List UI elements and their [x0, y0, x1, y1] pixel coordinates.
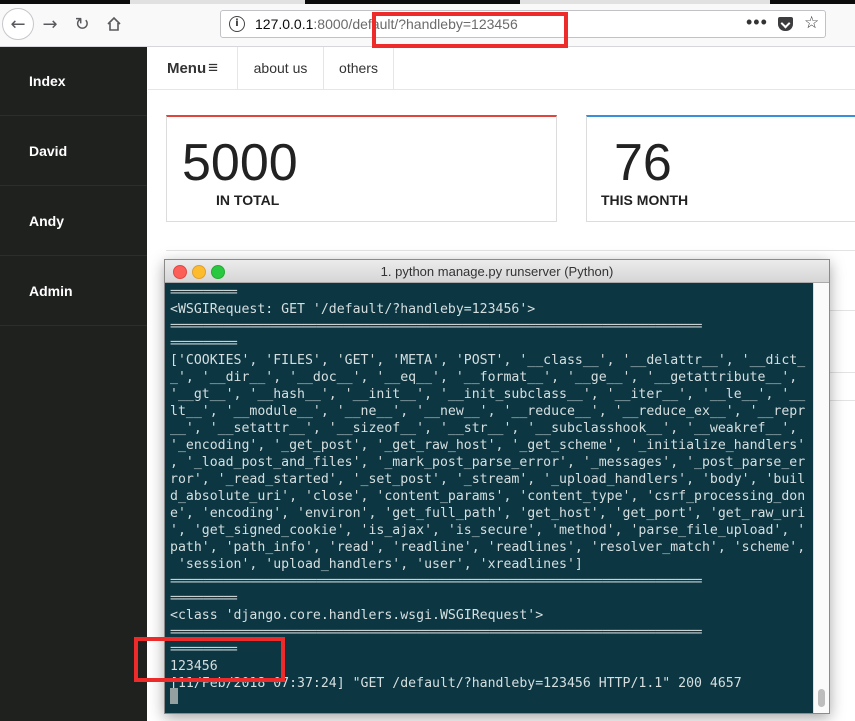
home-button[interactable]: [100, 10, 128, 38]
scrollbar-thumb[interactable]: [818, 689, 825, 707]
terminal-line: '__gt__', '__hash__', '__init__', '__ini…: [170, 387, 806, 402]
terminal-title: 1. python manage.py runserver (Python): [380, 264, 614, 279]
terminal-line: ['COOKIES', 'FILES', 'GET', 'META', 'POS…: [170, 353, 806, 368]
terminal-line: lt__', '__module__', '__ne__', '__new__'…: [170, 404, 806, 419]
menu-button[interactable]: Menu ≡: [148, 47, 238, 89]
home-icon: [107, 16, 121, 31]
top-nav: Menu ≡ about us others: [148, 47, 855, 90]
tab-strip: [0, 0, 855, 4]
reload-icon: ↻: [74, 13, 90, 35]
stat-card-total: 5000 IN TOTAL: [166, 115, 557, 222]
menu-label: Menu: [166, 59, 207, 77]
url-host: 127.0.0.1: [255, 16, 314, 32]
highlight-box-output-value: [134, 637, 285, 682]
arrow-right-icon: →: [42, 13, 58, 35]
terminal-line: , '_load_post_and_files', '_mark_post_pa…: [170, 455, 806, 470]
terminal-line: ', 'get_signed_cookie', 'is_ajax', 'is_s…: [170, 523, 806, 538]
nav-about-us[interactable]: about us: [238, 47, 324, 89]
terminal-title-bar[interactable]: 1. python manage.py runserver (Python): [165, 260, 829, 283]
terminal-line: <class 'django.core.handlers.wsgi.WSGIRe…: [170, 608, 544, 623]
sidebar-item-label: Index: [29, 73, 66, 89]
sidebar: Index David Andy Admin: [0, 47, 147, 721]
stat-value: 5000: [182, 134, 298, 192]
sidebar-item-label: David: [29, 143, 68, 159]
sidebar-item-admin[interactable]: Admin: [0, 257, 147, 326]
info-icon[interactable]: i: [229, 16, 245, 32]
highlight-box-url-param: [372, 12, 568, 48]
terminal-line: 'session', 'upload_handlers', 'user', 'x…: [170, 557, 583, 572]
stat-label: IN TOTAL: [216, 192, 280, 208]
divider: [830, 310, 855, 311]
terminal-output[interactable]: ========== <WSGIRequest: GET '/default/?h…: [170, 284, 810, 692]
back-button[interactable]: ←: [2, 8, 34, 40]
sidebar-item-andy[interactable]: Andy: [0, 187, 147, 256]
terminal-line: d_absolute_uri', 'close', 'content_param…: [170, 489, 806, 504]
terminal-line: <WSGIRequest: GET '/default/?handleby=12…: [170, 302, 536, 317]
divider: [830, 372, 855, 373]
sidebar-item-index[interactable]: Index: [0, 47, 147, 116]
nav-others[interactable]: others: [324, 47, 394, 89]
terminal-line: e', 'encoding', 'environ', 'get_full_pat…: [170, 506, 806, 521]
terminal-line: ==========: [170, 591, 238, 606]
arrow-left-icon: ←: [10, 13, 26, 35]
terminal-line: ========================================…: [170, 319, 702, 334]
tab[interactable]: [130, 0, 305, 4]
terminal-line: '_encoding', '_get_post', '_get_raw_host…: [170, 438, 806, 453]
divider: [830, 400, 855, 401]
tab[interactable]: [520, 0, 770, 4]
forward-button[interactable]: →: [36, 10, 64, 38]
stat-label: THIS MONTH: [601, 192, 689, 208]
terminal-cursor: [170, 688, 178, 704]
terminal-line: ==========: [170, 336, 238, 351]
page-actions-button[interactable]: •••: [746, 12, 768, 33]
sidebar-item-label: Andy: [29, 213, 64, 229]
nav-label: others: [339, 60, 378, 76]
stat-value: 76: [614, 134, 672, 192]
bookmark-star-icon[interactable]: ☆: [804, 13, 819, 33]
nav-label: about us: [253, 60, 308, 76]
reload-button[interactable]: ↻: [68, 10, 96, 38]
terminal-line: __', '__setattr__', '__sizeof__', '__str…: [170, 421, 798, 436]
terminal-line: ror', '_read_started', '_set_post', '_st…: [170, 472, 806, 487]
hamburger-icon: ≡: [208, 58, 219, 77]
sidebar-item-label: Admin: [29, 283, 73, 299]
terminal-line: path', 'path_info', 'read', 'readline', …: [170, 540, 806, 555]
divider: [166, 250, 855, 251]
terminal-line: _', '__dir__', '__doc__', '__eq__', '__f…: [170, 370, 798, 385]
pocket-icon[interactable]: [778, 17, 793, 31]
terminal-scrollbar[interactable]: [813, 283, 829, 713]
terminal-line: ==========: [170, 285, 238, 300]
sidebar-item-david[interactable]: David: [0, 117, 147, 186]
stat-card-month: 76 THIS MONTH: [586, 115, 855, 222]
terminal-line: ========================================…: [170, 574, 702, 589]
